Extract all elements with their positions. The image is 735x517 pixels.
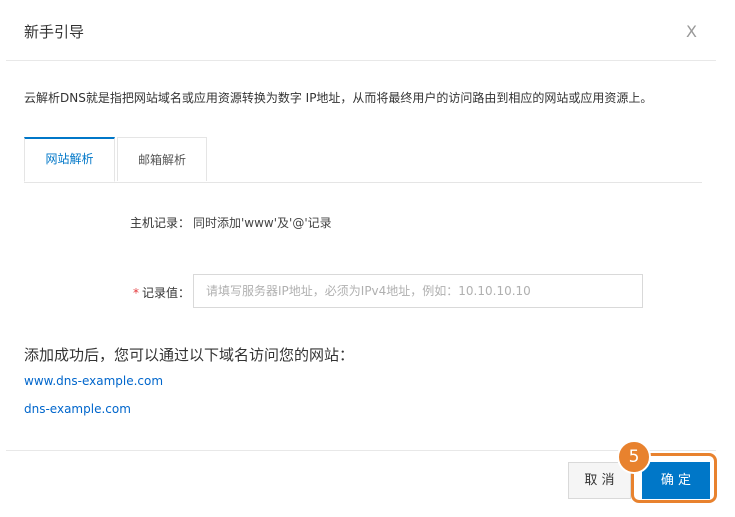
record-value-label: * 记录值： <box>100 284 190 301</box>
success-message: 添加成功后，您可以通过以下域名访问您的网站： <box>24 346 355 364</box>
record-value-label-text: 记录值： <box>141 286 190 300</box>
host-record-value: 同时添加'www'及'@'记录 <box>193 216 332 230</box>
tab-email-dns[interactable]: 邮箱解析 <box>117 137 207 181</box>
tab-bar: 网站解析 邮箱解析 <box>24 137 702 183</box>
record-value-input[interactable] <box>193 274 643 308</box>
step-number-badge: 5 <box>617 440 651 474</box>
required-mark: * <box>132 286 139 300</box>
header-divider <box>6 60 716 61</box>
dialog-title: 新手引导 <box>24 23 85 41</box>
link-www-domain[interactable]: www.dns-example.com <box>24 374 163 388</box>
intro-text: 云解析DNS就是指把网站域名或应用资源转换为数字 IP地址，从而将最终用户的访问… <box>24 91 653 105</box>
link-root-domain[interactable]: dns-example.com <box>24 402 131 416</box>
close-icon[interactable]: X <box>686 22 697 41</box>
footer-divider <box>6 450 716 451</box>
dialog-header: 新手引导 X <box>0 0 735 60</box>
tab-website-dns[interactable]: 网站解析 <box>24 137 115 182</box>
host-record-label: 主机记录： <box>129 216 190 230</box>
